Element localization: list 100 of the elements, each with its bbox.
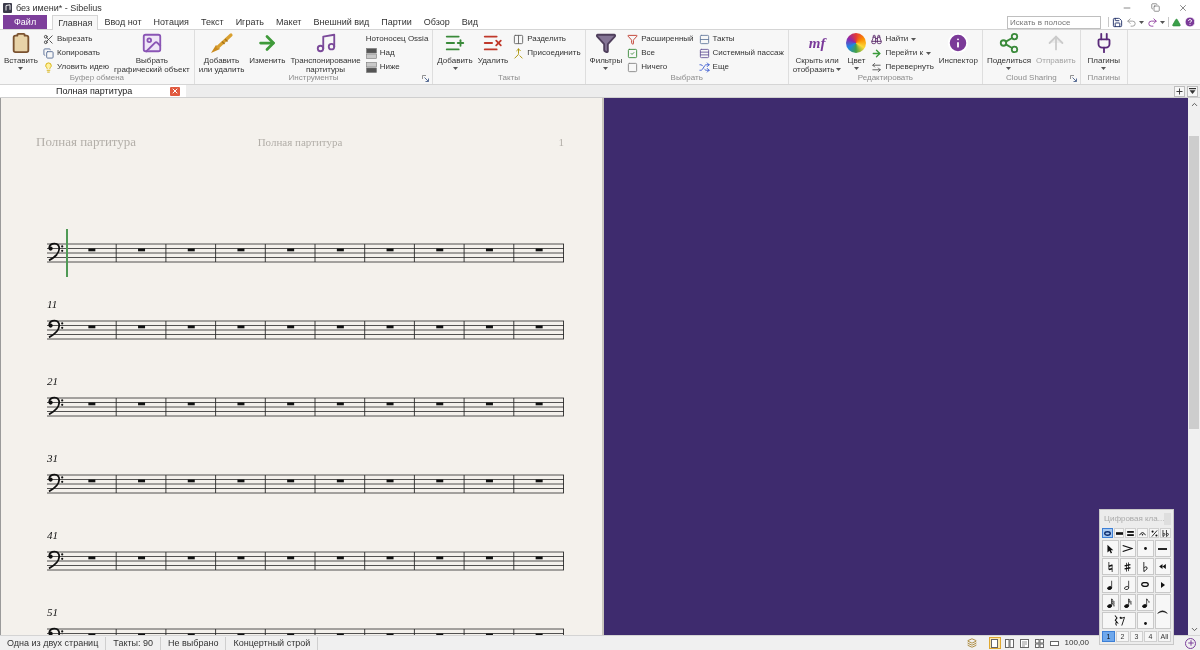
ribbon-tab[interactable]: Ввод нот — [98, 15, 148, 29]
ribbon-tab[interactable]: Вид — [455, 15, 485, 29]
ribbon-item[interactable]: Разделить — [512, 32, 567, 46]
ribbon-item[interactable]: Вырезать — [41, 32, 94, 46]
ribbon-item[interactable]: Нотоносец Ossia — [364, 32, 430, 46]
collapse-ribbon-button[interactable] — [1172, 17, 1181, 27]
share-icon — [997, 32, 1020, 54]
ribbon-button[interactable]: Инспектор — [937, 31, 979, 65]
ribbon-item[interactable]: Копировать — [41, 46, 101, 60]
ribbon-item[interactable]: Перейти к — [870, 46, 932, 60]
natural-sign-icon — [1107, 561, 1113, 572]
document-tab[interactable]: Полная партитура — [0, 85, 186, 97]
ribbon-tab[interactable]: Нотация — [147, 15, 195, 29]
new-tab-button[interactable] — [1174, 85, 1185, 97]
ribbon-button[interactable]: Вставить — [3, 31, 39, 70]
keypad-key[interactable] — [1102, 558, 1119, 575]
keypad-key[interactable] — [1119, 558, 1136, 575]
page-header-center: Полная партитура — [257, 135, 343, 149]
keypad-key[interactable] — [1102, 540, 1119, 557]
ribbon-button[interactable]: Поделиться — [985, 31, 1033, 70]
layers-icon — [966, 638, 977, 648]
picture-icon — [140, 32, 163, 54]
flat-sign-icon — [1142, 561, 1148, 572]
ribbon-item[interactable]: Над — [364, 46, 396, 60]
scissors-icon — [42, 33, 54, 45]
search-field[interactable]: Искать в полосе — [1007, 15, 1101, 29]
ribbon-item[interactable]: Перевернуть — [870, 60, 935, 74]
keypad-key[interactable] — [1119, 576, 1136, 593]
ribbon-item[interactable]: Уловить идею — [41, 60, 111, 74]
close-tab-button[interactable] — [170, 86, 180, 96]
ribbon-item[interactable]: Расширенный — [626, 32, 695, 46]
view-button[interactable] — [1018, 637, 1031, 649]
keypad-key[interactable] — [1102, 576, 1119, 593]
group-label: Выбрать — [670, 72, 703, 84]
ribbon-button[interactable]: Добавить — [436, 31, 474, 70]
ribbon-tab[interactable]: Главная — [52, 15, 99, 30]
ribbon-tab[interactable]: Макет — [270, 15, 308, 29]
ribbon-tab[interactable]: Партии — [375, 15, 418, 29]
ribbon-item[interactable]: Системный пассаж — [697, 46, 785, 60]
bar-number: 51 — [47, 605, 58, 619]
ribbon-item[interactable]: Такты — [697, 32, 736, 46]
ribbon-tab[interactable]: Обзор — [417, 15, 456, 29]
save-button[interactable] — [1112, 16, 1123, 28]
eighth-note-icon — [1140, 597, 1150, 608]
ribbon-button[interactable]: Фильтры — [588, 31, 624, 70]
thirty-second-note-icon — [1105, 597, 1115, 608]
scrollbar-thumb[interactable] — [1189, 136, 1199, 429]
rows-icon — [698, 47, 710, 59]
vertical-scrollbar[interactable] — [1188, 98, 1200, 635]
file-tab[interactable]: Файл — [3, 15, 48, 29]
close-icon — [1178, 2, 1188, 13]
ribbon-item[interactable]: Ниже — [364, 60, 401, 74]
ribbon-button[interactable]: Добавить или удалить — [197, 31, 246, 74]
document-tab-label[interactable]: Полная партитура — [56, 85, 133, 97]
view-button[interactable] — [1003, 637, 1016, 649]
undo-button[interactable] — [1126, 16, 1144, 28]
group-label: Плагины — [1087, 72, 1120, 84]
keypad-key[interactable] — [1102, 594, 1119, 611]
ribbon-item[interactable]: Все — [626, 46, 656, 60]
ribbon-button[interactable]: mf Скрыть или отобразить — [791, 31, 843, 74]
music-notes-icon — [314, 32, 337, 54]
view-button[interactable] — [988, 637, 1001, 649]
keypad-key[interactable] — [1119, 594, 1136, 611]
dynamic-glyph: mf — [808, 34, 826, 52]
grid-icon — [1035, 638, 1045, 648]
double-bar-icon — [1127, 530, 1135, 536]
keypad-tab[interactable] — [1102, 528, 1113, 538]
bass-clef-icon — [48, 396, 64, 416]
bar-number: 31 — [47, 451, 58, 465]
ribbon-button[interactable]: Удалить — [476, 31, 510, 65]
keypad-key[interactable] — [1137, 594, 1154, 611]
keypad-key[interactable] — [1119, 540, 1136, 557]
view-button[interactable] — [1033, 637, 1046, 649]
ribbon-button[interactable]: Выбрать графический объект — [113, 31, 191, 74]
ribbon-button[interactable]: Изменить — [248, 31, 287, 65]
keypad-key[interactable] — [1137, 576, 1154, 593]
keypad-key[interactable] — [1154, 576, 1171, 593]
tab-list-button[interactable] — [1187, 85, 1198, 97]
zoom-in-button[interactable] — [1185, 637, 1196, 649]
ribbon-tab[interactable]: Внешний вид — [307, 15, 376, 29]
keypad-key[interactable] — [1154, 540, 1171, 557]
keypad-key[interactable] — [1102, 612, 1136, 629]
ribbon-button[interactable]: Плагины — [1086, 31, 1121, 70]
bass-clef-icon — [48, 473, 64, 493]
redo-button[interactable] — [1147, 16, 1165, 28]
ribbon-button[interactable]: Цвет — [845, 31, 868, 70]
ribbon-tab[interactable]: Текст — [194, 15, 230, 29]
keypad-key[interactable] — [1154, 558, 1171, 575]
ribbon-item[interactable]: Ничего — [626, 60, 669, 74]
shuffle-icon — [698, 61, 710, 73]
ribbon-button[interactable]: Транспонирование партитуры — [289, 31, 362, 74]
ribbon-item[interactable]: Еще — [697, 60, 730, 74]
page-number: 1 — [558, 135, 564, 149]
ribbon-item[interactable]: Найти — [870, 32, 918, 46]
ribbon-tab[interactable]: Играть — [229, 15, 270, 29]
dialog-launcher-button[interactable] — [422, 74, 430, 82]
dialog-launcher-button[interactable] — [1069, 74, 1077, 82]
launcher-arrow-icon — [422, 74, 430, 82]
help-button[interactable] — [1184, 16, 1196, 28]
ribbon-item[interactable]: Присоединить — [512, 46, 582, 60]
